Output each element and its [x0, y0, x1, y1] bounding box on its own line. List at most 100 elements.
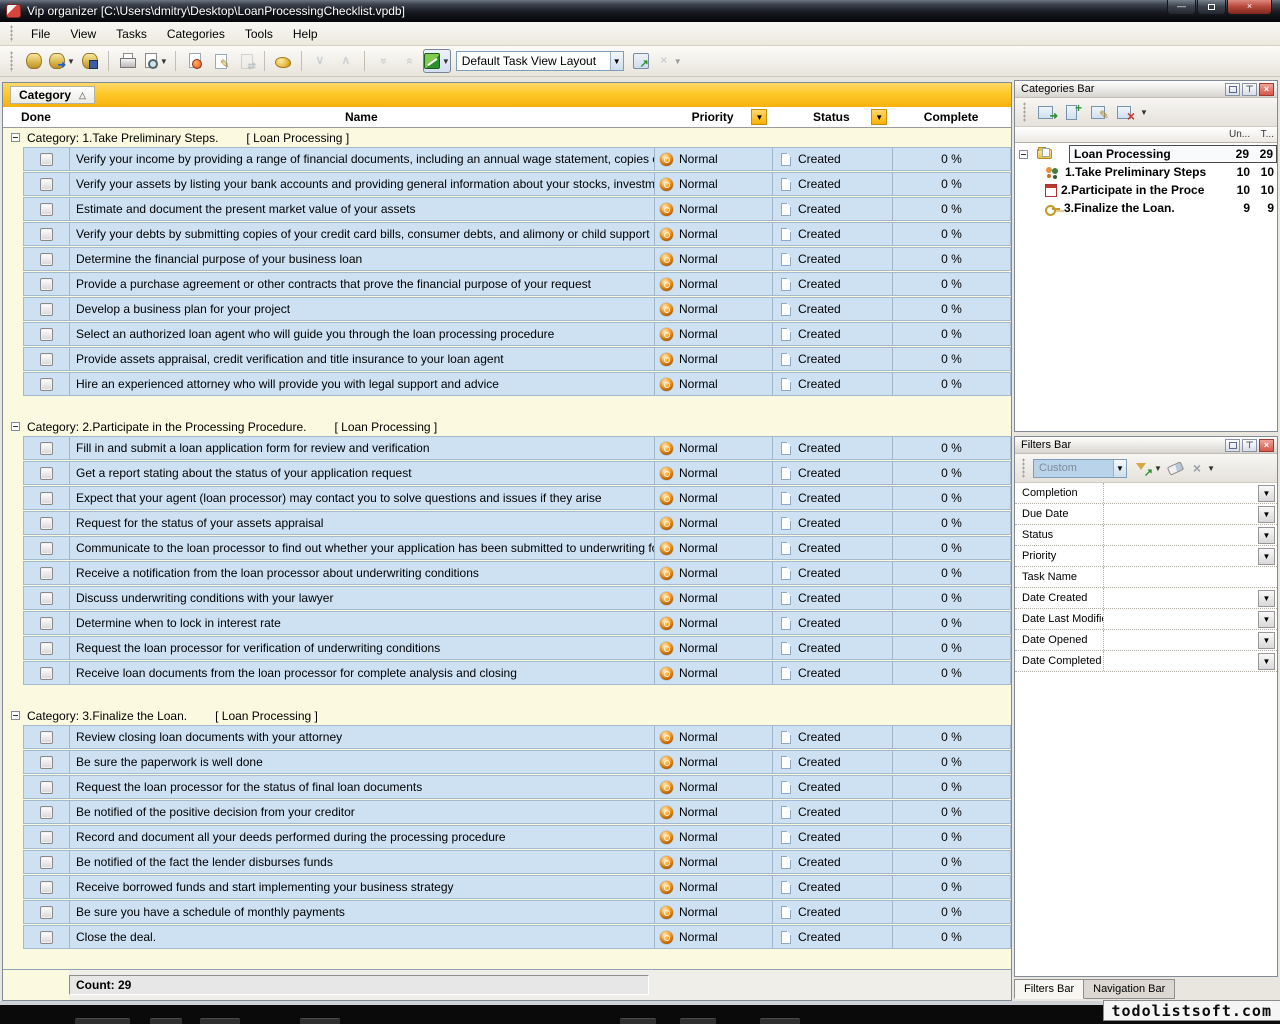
notes-button[interactable]	[271, 49, 295, 73]
collapse-icon[interactable]	[11, 711, 20, 720]
group-header[interactable]: Category: 3.Finalize the Loan.[ Loan Pro…	[3, 706, 1011, 725]
done-checkbox[interactable]	[40, 153, 53, 166]
delete-category-icon[interactable]	[1116, 104, 1134, 120]
collapse-icon[interactable]	[11, 422, 20, 431]
task-row[interactable]: Provide a purchase agreement or other co…	[23, 272, 1011, 296]
task-row[interactable]: Discuss underwriting conditions with you…	[23, 586, 1011, 610]
done-checkbox[interactable]	[40, 781, 53, 794]
edit-task-button[interactable]	[208, 49, 232, 73]
save-layout-button[interactable]	[629, 49, 653, 73]
add-category-icon[interactable]	[1038, 104, 1056, 120]
filter-dropdown-button[interactable]: ▼	[1258, 548, 1275, 565]
task-row[interactable]: Develop a business plan for your project…	[23, 297, 1011, 321]
filter-dropdown-button[interactable]: ▼	[1258, 590, 1275, 607]
column-header-complete[interactable]: Complete	[891, 107, 1011, 127]
chevron-down-icon[interactable]: ▼	[674, 57, 682, 66]
panel-pin-icon[interactable]: ⊤	[1242, 83, 1257, 96]
clear-filter-icon[interactable]: ×	[1193, 460, 1201, 476]
filter-value-field[interactable]	[1103, 483, 1258, 503]
done-checkbox[interactable]	[40, 806, 53, 819]
done-checkbox[interactable]	[40, 617, 53, 630]
done-checkbox[interactable]	[40, 378, 53, 391]
task-row[interactable]: Be sure the paperwork is well doneNormal…	[23, 750, 1011, 774]
task-row[interactable]: Expect that your agent (loan processor) …	[23, 486, 1011, 510]
column-header-status[interactable]: Status ▼	[771, 107, 891, 127]
done-checkbox[interactable]	[40, 467, 53, 480]
column-header-name[interactable]: Name	[69, 107, 654, 127]
menu-tasks[interactable]: Tasks	[106, 24, 157, 44]
panel-close-button[interactable]: ×	[1259, 439, 1274, 452]
undone-column-header[interactable]: Un...	[1229, 129, 1253, 140]
done-checkbox[interactable]	[40, 931, 53, 944]
filter-value-field[interactable]	[1103, 504, 1258, 524]
done-checkbox[interactable]	[40, 517, 53, 530]
done-checkbox[interactable]	[40, 228, 53, 241]
task-row[interactable]: Request the loan processor for the statu…	[23, 775, 1011, 799]
edit-category-icon[interactable]	[1090, 104, 1108, 120]
task-row[interactable]: Receive borrowed funds and start impleme…	[23, 875, 1011, 899]
menu-view[interactable]: View	[60, 24, 106, 44]
task-row[interactable]: Record and document all your deeds perfo…	[23, 825, 1011, 849]
done-checkbox[interactable]	[40, 492, 53, 505]
menu-help[interactable]: Help	[283, 24, 328, 44]
total-column-header[interactable]: T...	[1253, 129, 1277, 140]
menu-categories[interactable]: Categories	[157, 24, 235, 44]
filter-value-field[interactable]	[1103, 567, 1277, 587]
task-row[interactable]: Receive loan documents from the loan pro…	[23, 661, 1011, 685]
task-row[interactable]: Receive a notification from the loan pro…	[23, 561, 1011, 585]
chevron-down-icon[interactable]: ▼	[610, 52, 623, 70]
move-down-button[interactable]: ∨	[308, 49, 332, 73]
task-row[interactable]: Be sure you have a schedule of monthly p…	[23, 900, 1011, 924]
task-row[interactable]: Get a report stating about the status of…	[23, 461, 1011, 485]
complete-task-button[interactable]	[234, 49, 258, 73]
task-row[interactable]: Be notified of the positive decision fro…	[23, 800, 1011, 824]
chevron-down-icon[interactable]: ▼	[1113, 460, 1126, 477]
chevron-down-icon[interactable]: ▼	[442, 57, 450, 66]
group-header[interactable]: Category: 2.Participate in the Processin…	[3, 417, 1011, 436]
layout-combobox[interactable]: Default Task View Layout ▼	[456, 51, 624, 71]
task-row[interactable]: Be notified of the fact the lender disbu…	[23, 850, 1011, 874]
filter-dropdown-button[interactable]: ▼	[1258, 632, 1275, 649]
save-database-button[interactable]	[78, 49, 102, 73]
print-button[interactable]	[115, 49, 139, 73]
add-task-button[interactable]	[182, 49, 206, 73]
filter-value-field[interactable]	[1103, 630, 1258, 650]
filter-value-field[interactable]	[1103, 546, 1258, 566]
chevron-down-icon[interactable]: ▼	[1140, 108, 1148, 117]
add-subcategory-icon[interactable]	[1064, 104, 1082, 120]
priority-filter-button[interactable]: ▼	[751, 109, 767, 125]
done-checkbox[interactable]	[40, 567, 53, 580]
group-header[interactable]: Category: 1.Take Preliminary Steps.[ Loa…	[3, 128, 1011, 147]
task-row[interactable]: Hire an experienced attorney who will pr…	[23, 372, 1011, 396]
move-up-button[interactable]: ∧	[334, 49, 358, 73]
done-checkbox[interactable]	[40, 856, 53, 869]
done-checkbox[interactable]	[40, 831, 53, 844]
task-row[interactable]: Fill in and submit a loan application fo…	[23, 436, 1011, 460]
column-header-priority[interactable]: Priority ▼	[654, 107, 772, 127]
chevron-down-icon[interactable]: ▼	[1207, 464, 1215, 473]
filter-dropdown-button[interactable]: ▼	[1258, 527, 1275, 544]
tab-filters-bar[interactable]: Filters Bar	[1014, 979, 1084, 999]
done-checkbox[interactable]	[40, 592, 53, 605]
collapse-icon[interactable]	[11, 133, 20, 142]
chevron-down-icon[interactable]: ▼	[67, 57, 75, 66]
status-filter-button[interactable]: ▼	[871, 109, 887, 125]
done-checkbox[interactable]	[40, 881, 53, 894]
done-checkbox[interactable]	[40, 253, 53, 266]
task-row[interactable]: Select an authorized loan agent who will…	[23, 322, 1011, 346]
task-row[interactable]: Request the loan processor for verificat…	[23, 636, 1011, 660]
group-by-category-button[interactable]: Category △	[10, 86, 95, 104]
print-preview-button[interactable]: ▼	[141, 49, 169, 73]
filter-dropdown-button[interactable]: ▼	[1258, 485, 1275, 502]
filter-value-field[interactable]	[1103, 588, 1258, 608]
collapse-icon[interactable]	[1019, 150, 1028, 159]
apply-filter-icon[interactable]	[1135, 461, 1152, 476]
task-row[interactable]: Verify your debts by submitting copies o…	[23, 222, 1011, 246]
delete-layout-button[interactable]: ×▼	[655, 49, 683, 73]
chevron-down-icon[interactable]: ▼	[1154, 464, 1162, 473]
filter-value-field[interactable]	[1103, 651, 1258, 671]
tree-item[interactable]: 3.Finalize the Loan.99	[1015, 199, 1277, 217]
done-checkbox[interactable]	[40, 303, 53, 316]
done-checkbox[interactable]	[40, 906, 53, 919]
filter-preset-combobox[interactable]: Custom ▼	[1033, 459, 1127, 478]
